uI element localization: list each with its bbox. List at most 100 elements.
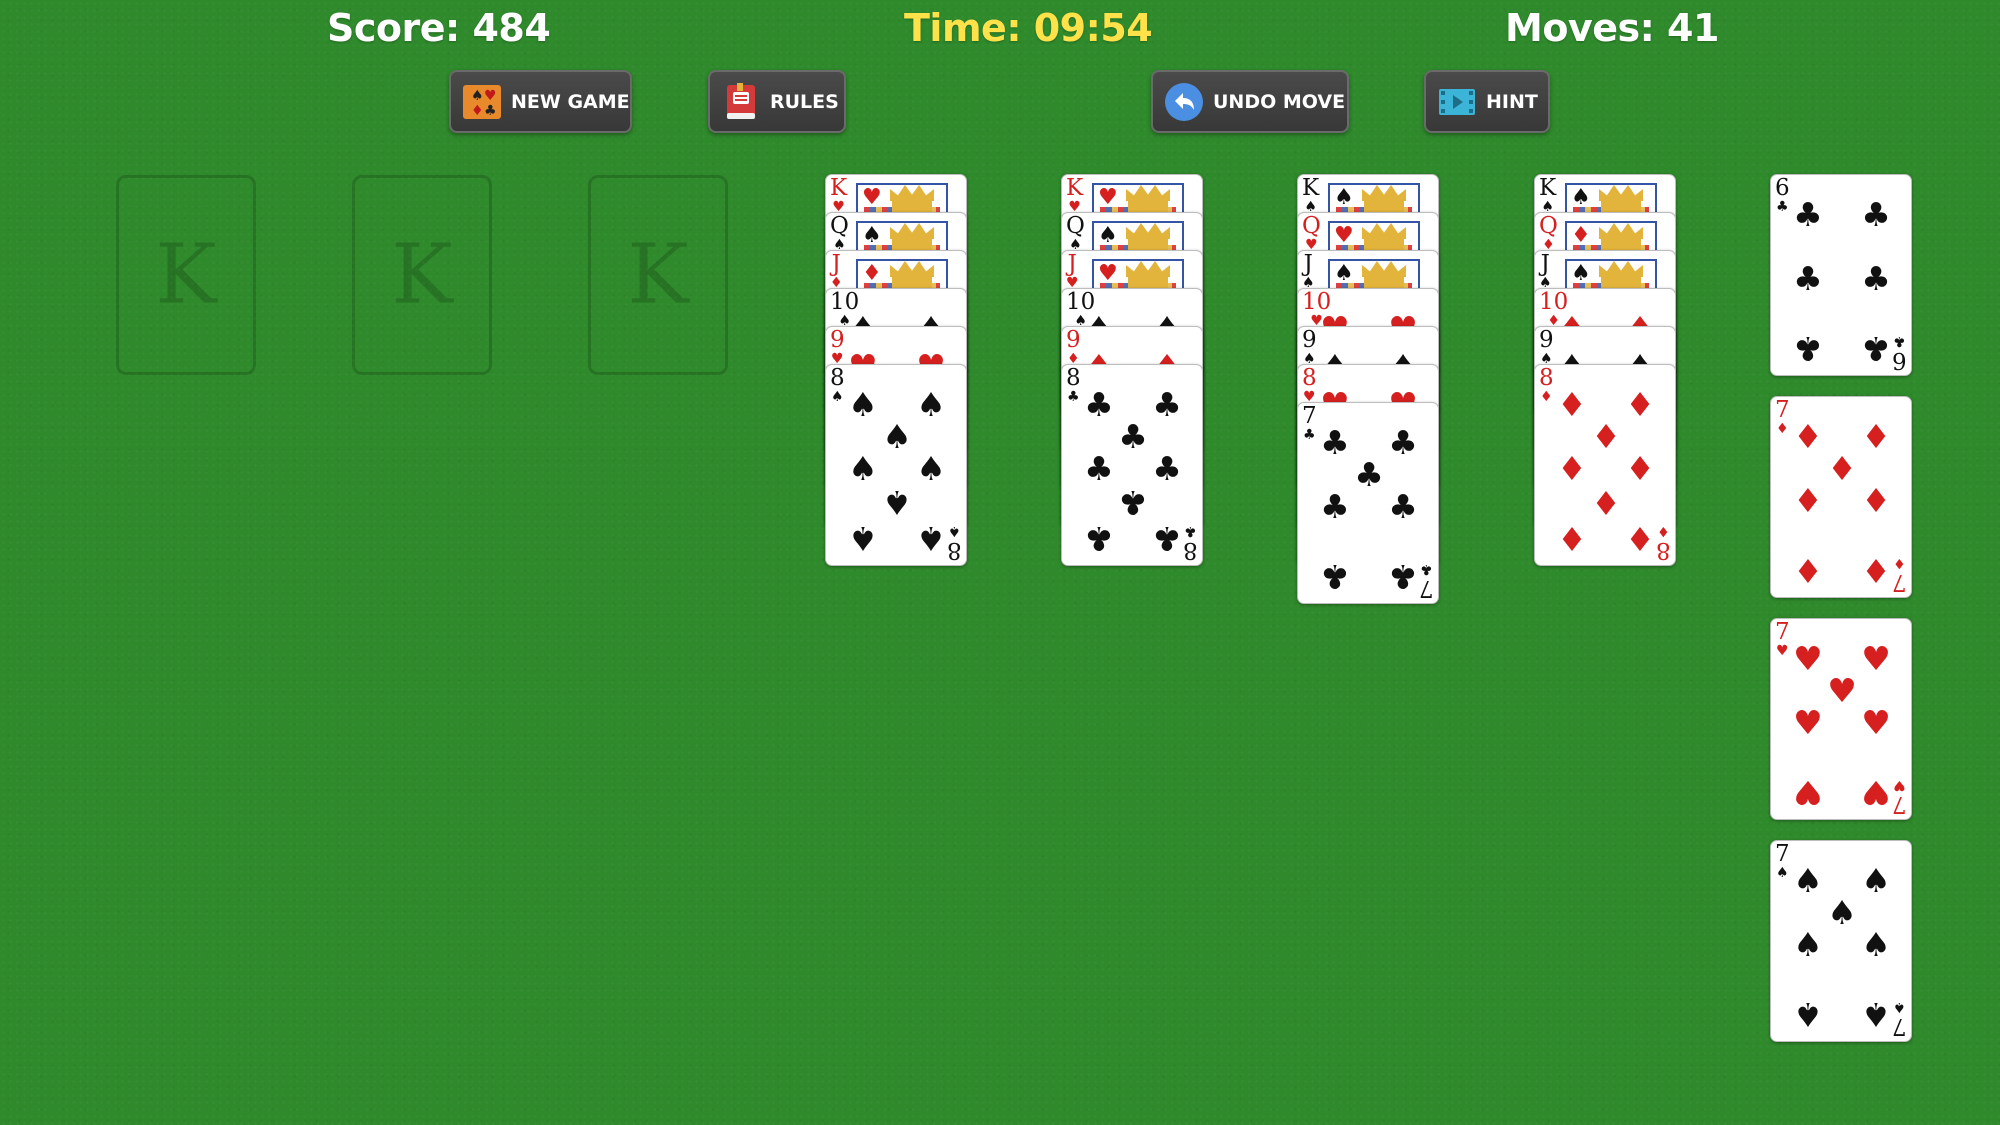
new-game-button[interactable]: ♠ ♥ ♦ ♣ NEW GAME [449, 70, 632, 133]
card-corner: Q ♦ [1539, 213, 1558, 253]
card-rank: 8 [1539, 365, 1554, 391]
heart-icon: ♥ [1334, 223, 1354, 248]
card-rank: 7 [1892, 791, 1907, 817]
card-rank: J [1540, 251, 1550, 277]
foundation-slot-2[interactable]: K [352, 175, 492, 375]
svg-text:♥: ♥ [484, 88, 497, 104]
foundation-slot-1[interactable]: K [116, 175, 256, 375]
card-corner: 9♠ [1302, 327, 1317, 367]
svg-text:♦: ♦ [471, 103, 484, 119]
spade-icon: ♠ [1571, 261, 1591, 286]
heart-icon: ♥ [1776, 643, 1789, 659]
club-icon: ♣ [1084, 449, 1114, 489]
heart-icon: ♥ [862, 185, 882, 210]
time-label: Time: 09:54 [904, 6, 1153, 50]
undo-arrow-icon [1163, 81, 1205, 123]
diamond-icon: ♦ [1861, 416, 1891, 456]
card-rank: 7 [1892, 569, 1907, 595]
spade-icon: ♠ [1571, 185, 1591, 210]
new-game-label: NEW GAME [511, 90, 630, 113]
club-icon: ♣ [1118, 417, 1148, 456]
card-rank: 9 [1302, 327, 1317, 353]
cards-icon: ♠ ♥ ♦ ♣ [461, 81, 503, 123]
card-rank: K [1066, 175, 1084, 201]
card-corner: 8 ♦ [1539, 365, 1554, 405]
card-rank: J [831, 251, 841, 277]
card-rank: 8 [1302, 365, 1317, 391]
card-corner: 7 ♣ [1419, 561, 1434, 601]
card-corner: 9♦ [1066, 327, 1081, 367]
club-icon: ♣ [1388, 556, 1418, 596]
card-corner: K ♥ [830, 177, 847, 215]
rules-button[interactable]: RULES [708, 70, 846, 133]
spade-icon: ♠ [916, 449, 946, 489]
card-rank: 8 [947, 537, 962, 563]
card-rank: 9 [1066, 327, 1081, 353]
diamond-icon: ♦ [1540, 389, 1553, 405]
spade-icon: ♠ [882, 417, 912, 456]
club-icon: ♣ [1388, 487, 1418, 527]
heart-icon: ♥ [1098, 185, 1118, 210]
card-corner: 8 ♣ [1183, 523, 1198, 563]
playing-card[interactable]: 7 ♦ ♦ ♦ ♦ ♦ ♦ ♦ ♦ 7 ♦ [1770, 396, 1912, 598]
foundation-label: K [627, 227, 689, 323]
card-corner: 6 ♣ [1892, 333, 1907, 373]
card-rank: K [1539, 175, 1557, 201]
club-icon: ♣ [1152, 518, 1182, 558]
playing-card[interactable]: 7 ♣ ♣ ♣ ♣ ♣ ♣ ♣ ♣ 7 ♣ [1297, 402, 1439, 604]
hint-label: HINT [1486, 90, 1538, 113]
card-rank: 7 [1775, 619, 1790, 645]
club-icon: ♣ [1303, 427, 1316, 443]
card-corner: Q ♥ [1302, 215, 1321, 253]
spade-icon: ♠ [1334, 185, 1354, 210]
foundation-slot-3[interactable]: K [588, 175, 728, 375]
card-corner: 8 ♣ [1066, 365, 1081, 405]
card-corner: 7 ♦ [1892, 555, 1907, 595]
club-icon: ♣ [1084, 518, 1114, 558]
spade-icon: ♠ [1793, 860, 1823, 900]
playing-card[interactable]: 7 ♠ ♠ ♠ ♠ ♠ ♠ ♠ ♠ 7 ♠ [1770, 840, 1912, 1042]
playing-card[interactable]: 6 ♣ ♣ ♣ ♣ ♣ ♣ ♣ 6 ♣ [1770, 174, 1912, 376]
card-corner: 7 ♥ [1775, 619, 1790, 659]
club-icon: ♣ [1861, 328, 1891, 368]
diamond-icon: ♦ [1657, 523, 1670, 539]
diamond-icon: ♦ [1861, 550, 1891, 590]
club-icon: ♣ [1893, 333, 1906, 349]
card-corner: J ♠ [1302, 251, 1315, 291]
card-rank: K [1302, 175, 1320, 201]
club-icon: ♣ [1184, 523, 1197, 539]
diamond-icon: ♦ [1591, 417, 1621, 456]
card-rank: 8 [1066, 365, 1081, 391]
card-rank: 7 [1775, 841, 1790, 867]
card-corner: 7 ♦ [1775, 399, 1790, 437]
club-icon: ♣ [1084, 384, 1114, 424]
diamond-icon: ♦ [1793, 550, 1823, 590]
playing-card[interactable]: 8 ♦ ♦ ♦ ♦ ♦ ♦ ♦ ♦ ♦ 8 ♦ [1534, 364, 1676, 566]
spade-icon: ♠ [848, 384, 878, 424]
spade-icon: ♠ [882, 482, 912, 522]
heart-icon: ♥ [1827, 671, 1857, 710]
playing-card[interactable]: 8 ♠ ♠ ♠ ♠ ♠ ♠ ♠ ♠ ♠ 8 ♠ [825, 364, 967, 566]
club-icon: ♣ [1793, 259, 1823, 299]
spade-icon: ♠ [848, 518, 878, 558]
card-rank: J [1303, 251, 1313, 277]
club-icon: ♣ [1152, 449, 1182, 489]
diamond-icon: ♦ [1571, 223, 1591, 248]
card-corner: 8 ♠ [947, 523, 962, 563]
club-icon: ♣ [1776, 199, 1789, 215]
card-rank: 8 [1656, 537, 1671, 563]
playing-card[interactable]: 8 ♣ ♣ ♣ ♣ ♣ ♣ ♣ ♣ ♣ 8 ♣ [1061, 364, 1203, 566]
undo-move-button[interactable]: UNDO MOVE [1151, 70, 1349, 133]
hint-button[interactable]: HINT [1424, 70, 1550, 133]
diamond-icon: ♦ [1827, 449, 1857, 488]
spade-icon: ♠ [948, 523, 961, 539]
club-icon: ♣ [1118, 482, 1148, 522]
playing-card[interactable]: 7 ♥ ♥ ♥ ♥ ♥ ♥ ♥ ♥ 7 ♥ [1770, 618, 1912, 820]
card-corner: J ♥ [1066, 253, 1079, 291]
spade-icon: ♠ [1861, 925, 1891, 965]
card-rank: Q [1539, 213, 1558, 239]
spade-icon: ♠ [1793, 925, 1823, 965]
heart-icon: ♥ [1793, 638, 1823, 678]
diamond-icon: ♦ [1557, 518, 1587, 558]
diamond-icon: ♦ [1893, 555, 1906, 571]
